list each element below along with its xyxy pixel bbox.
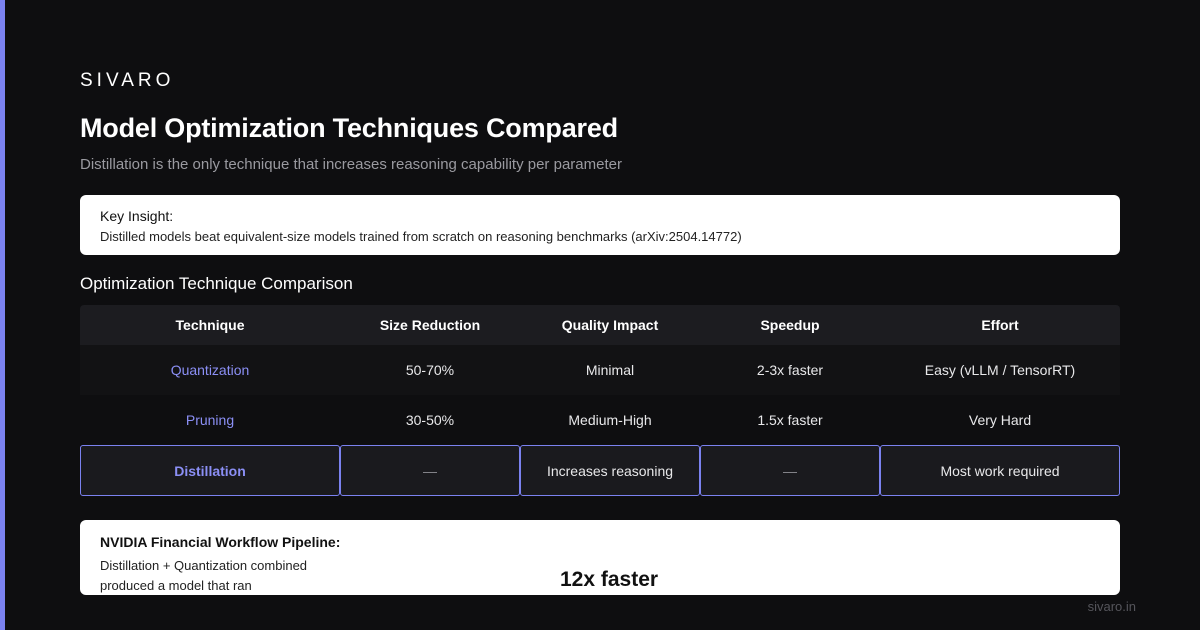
footer-url: sivaro.in [1087,599,1136,614]
pipeline-speedup: 12x faster [560,568,659,591]
speedup-cell: 2-3x faster [700,345,880,395]
page-title: Model Optimization Techniques Compared [80,113,618,143]
effort-cell: Easy (vLLM / TensorRT) [880,345,1120,395]
header-technique: Technique [80,305,340,345]
header-quality-impact: Quality Impact [520,305,700,345]
pipeline-card: NVIDIA Financial Workflow Pipeline: Dist… [80,520,1120,595]
brand-logo: SIVARO [80,70,175,91]
size-reduction-cell: 50-70% [340,345,520,395]
technique-cell: Distillation [80,445,340,496]
header-size-reduction: Size Reduction [340,305,520,345]
quality-impact-cell: Minimal [520,345,700,395]
section-title: Optimization Technique Comparison [80,274,353,293]
key-insight-label: Key Insight: [100,208,174,224]
quality-impact-cell: Increases reasoning [520,445,700,496]
table-row-highlighted: Distillation — Increases reasoning — Mos… [80,445,1120,496]
table-header-row: Technique Size Reduction Quality Impact … [80,305,1120,345]
table-row: Pruning 30-50% Medium-High 1.5x faster V… [80,395,1120,445]
comparison-table: Technique Size Reduction Quality Impact … [80,305,1120,496]
technique-cell: Pruning [80,395,340,445]
header-effort: Effort [880,305,1120,345]
effort-cell: Very Hard [880,395,1120,445]
technique-cell: Quantization [80,345,340,395]
quality-impact-cell: Medium-High [520,395,700,445]
page-subtitle: Distillation is the only technique that … [80,156,622,173]
size-reduction-cell: 30-50% [340,395,520,445]
accent-bar [0,0,5,630]
pipeline-text: Distillation + Quantization combined pro… [100,558,308,593]
size-reduction-cell: — [340,445,520,496]
table-row: Quantization 50-70% Minimal 2-3x faster … [80,345,1120,395]
header-speedup: Speedup [700,305,880,345]
speedup-cell: — [700,445,880,496]
key-insight-text: Distilled models beat equivalent-size mo… [100,229,742,244]
slide: SIVARO Model Optimization Techniques Com… [0,0,1200,630]
key-insight-card: Key Insight: Distilled models beat equiv… [80,195,1120,255]
speedup-cell: 1.5x faster [700,395,880,445]
pipeline-label: NVIDIA Financial Workflow Pipeline: [100,534,341,550]
effort-cell: Most work required [880,445,1120,496]
